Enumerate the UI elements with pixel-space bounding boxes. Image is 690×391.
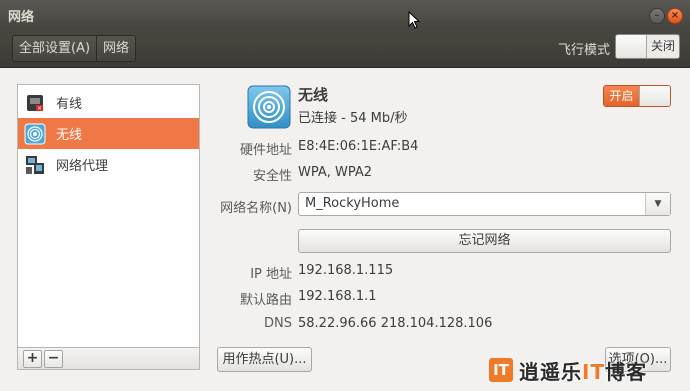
network-name-label: 网络名称(N) [220, 201, 292, 216]
sidebar-item-wired[interactable]: × 有线 [18, 87, 199, 118]
title-bar: 网络 – × [0, 0, 690, 30]
switch-knob [616, 35, 647, 58]
svg-text:×: × [37, 105, 42, 112]
hardware-address-label: 硬件地址 [239, 143, 292, 158]
breadcrumb-all-settings[interactable]: 全部设置(A) [13, 36, 96, 61]
sidebar-item-label: 网络代理 [56, 159, 109, 174]
add-button[interactable]: + [23, 350, 42, 368]
close-icon: × [670, 10, 680, 21]
dns-label: DNS [264, 316, 292, 331]
ip-address-value: 192.168.1.115 [298, 263, 394, 278]
security-label: 安全性 [252, 169, 292, 184]
proxy-icon [26, 155, 44, 174]
network-name-value: M_RockyHome [305, 196, 400, 211]
watermark: IT 逍遥乐IT博客 [489, 355, 647, 385]
airplane-mode-switch[interactable]: 关闭 [615, 34, 680, 59]
use-as-hotspot-button[interactable]: 用作热点(U)... [217, 347, 312, 372]
sidebar-item-proxy[interactable]: 网络代理 [18, 149, 199, 180]
sidebar-item-wireless[interactable]: 无线 [18, 118, 199, 149]
window-title: 网络 [8, 10, 35, 25]
default-route-label: 默认路由 [239, 293, 292, 308]
wired-icon: × [27, 94, 43, 112]
mouse-cursor-icon [408, 11, 420, 29]
watermark-text: 逍遥乐IT博客 [519, 359, 648, 384]
connection-status: 已连接 - 54 Mb/秒 [298, 111, 408, 126]
default-route-value: 192.168.1.1 [298, 289, 377, 304]
dns-value: 58.22.96.66 218.104.128.106 [298, 316, 493, 331]
hardware-address-value: E8:4E:06:1E:AF:B4 [298, 139, 419, 154]
close-button[interactable]: × [667, 8, 683, 24]
remove-button[interactable]: − [44, 350, 63, 368]
switch-knob [639, 86, 670, 106]
network-name-combo[interactable]: M_RockyHome ▼ [298, 192, 671, 216]
sidebar-item-label: 有线 [56, 97, 83, 112]
toolbar: 全部设置(A) 网络 飞行模式 [0, 30, 690, 68]
airplane-mode-state: 关闭 [650, 39, 675, 53]
wireless-large-icon [247, 85, 291, 129]
watermark-logo: IT [489, 358, 513, 382]
wireless-power-switch[interactable]: 开启 [603, 85, 671, 107]
sidebar-item-label: 无线 [56, 128, 83, 143]
list-toolbar: + − [17, 348, 200, 370]
device-list: × 有线 无线 网络代理 [17, 84, 200, 348]
security-value: WPA, WPA2 [298, 165, 373, 180]
wireless-icon [24, 123, 46, 144]
ip-address-label: IP 地址 [250, 267, 292, 282]
minimize-button[interactable]: – [649, 8, 665, 24]
airplane-mode-label: 飞行模式 [557, 43, 610, 58]
network-title: 无线 [298, 86, 329, 104]
wireless-power-state: 开启 [604, 86, 639, 106]
forget-network-button[interactable]: 忘记网络 [298, 229, 671, 253]
chevron-down-icon[interactable]: ▼ [645, 193, 670, 215]
breadcrumb-network[interactable]: 网络 [96, 36, 135, 61]
minimize-icon: – [654, 10, 660, 21]
breadcrumb: 全部设置(A) 网络 [12, 35, 137, 62]
